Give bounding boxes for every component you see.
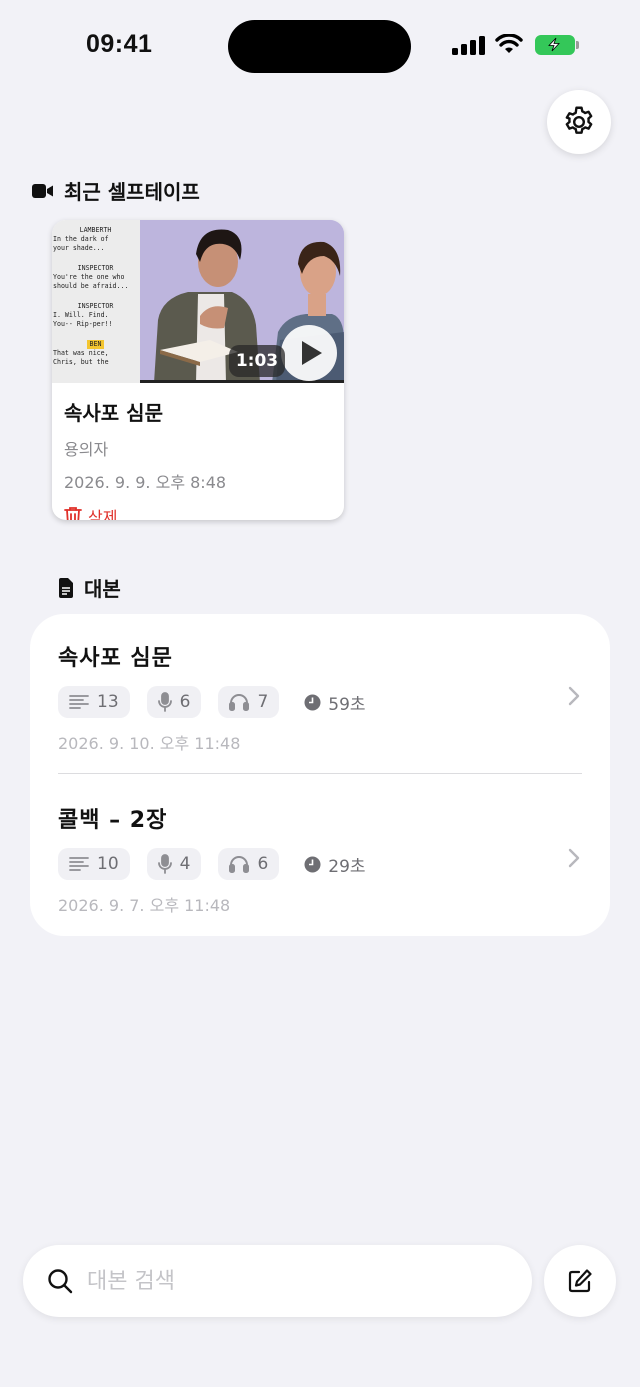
script-preview-line: Chris, but the: [53, 358, 109, 366]
status-time: 09:41: [86, 30, 153, 58]
gear-icon: [565, 106, 593, 134]
script-preview-line: You-- Rip-per!!: [53, 320, 113, 328]
line-count: 10: [97, 854, 119, 874]
cellular-signal-icon: [452, 35, 485, 55]
listen-count-chip: 7: [218, 686, 280, 718]
scripts-header: 대본: [58, 573, 121, 602]
clock-icon: [304, 856, 321, 872]
search-input[interactable]: [87, 1268, 487, 1294]
script-preview-line: BEN: [53, 340, 138, 349]
mic-count-chip: 6: [146, 686, 202, 718]
script-preview-line: In the dark of: [53, 235, 109, 243]
scripts-title: 대본: [84, 577, 121, 601]
listen-count: 6: [257, 854, 269, 874]
document-icon: [59, 577, 73, 598]
script-title: 콜백 – 2장: [58, 808, 168, 833]
status-icons: [452, 34, 579, 55]
script-date: 2026. 9. 7. 오후 11:48: [58, 896, 231, 915]
script-preview-line: INSPECTOR: [77, 264, 114, 272]
chevron-right-icon: [568, 848, 580, 868]
microphone-icon: [157, 854, 172, 874]
tape-duration-badge: 1:03: [229, 345, 285, 377]
script-preview-line: That was nice,: [53, 349, 109, 357]
script-preview-line: You're the one who: [53, 273, 125, 281]
script-preview-line: your shade...: [53, 244, 105, 252]
headphones-icon: [229, 856, 250, 873]
mic-count-chip: 4: [146, 848, 202, 880]
tape-details: 속사포 심문 용의자 2026. 9. 9. 오후 8:48 삭제: [52, 383, 344, 520]
script-preview-line: I. Will. Find.: [53, 311, 109, 319]
wifi-icon: [495, 34, 523, 53]
script-row[interactable]: 콜백 – 2장 10 4 6 29초 2026. 9. 7. 오후 11:48: [58, 802, 582, 916]
script-title: 속사포 심문: [58, 646, 173, 671]
script-date: 2026. 9. 10. 오후 11:48: [58, 734, 241, 753]
delete-label: 삭제: [88, 508, 118, 520]
lines-icon: [69, 695, 89, 709]
mic-count: 4: [179, 854, 191, 874]
settings-button[interactable]: [547, 90, 611, 154]
row-divider: [58, 773, 582, 774]
trash-icon: [64, 507, 82, 520]
battery-icon: [535, 34, 579, 55]
line-count: 13: [97, 692, 119, 712]
headphones-icon: [229, 694, 250, 711]
play-icon[interactable]: [280, 324, 338, 382]
clock-icon: [304, 694, 321, 710]
listen-count-chip: 6: [218, 848, 280, 880]
search-bar[interactable]: [23, 1245, 532, 1317]
duration: 59초: [304, 690, 366, 715]
script-preview-line: should be afraid...: [53, 282, 129, 290]
script-preview: LAMBERTH In the dark of your shade... INSPE…: [52, 220, 140, 383]
new-script-button[interactable]: [544, 1245, 616, 1317]
duration: 29초: [304, 852, 366, 877]
compose-icon: [568, 1269, 592, 1293]
duration-value: 59초: [328, 694, 366, 715]
script-row[interactable]: 속사포 심문 13 6 7 59초 2026. 9. 10. 오후 11:48: [58, 640, 582, 754]
recent-tapes-header: 최근 셀프테이프: [32, 176, 200, 205]
line-count-chip: 13: [58, 686, 130, 718]
chevron-right-icon: [568, 686, 580, 706]
tape-role: 용의자: [64, 440, 109, 459]
video-camera-icon: [32, 183, 53, 198]
scripts-list: 속사포 심문 13 6 7 59초 2026. 9. 10. 오후 11:48 …: [30, 614, 610, 936]
lines-icon: [69, 857, 89, 871]
mic-count: 6: [179, 692, 191, 712]
duration-value: 29초: [328, 856, 366, 877]
delete-tape-button[interactable]: 삭제: [64, 504, 332, 520]
listen-count: 7: [257, 692, 269, 712]
tape-date: 2026. 9. 9. 오후 8:48: [64, 473, 227, 492]
highlighted-character: BEN: [86, 340, 105, 349]
script-preview-line: LAMBERTH: [79, 226, 112, 234]
line-count-chip: 10: [58, 848, 130, 880]
recent-tapes-title: 최근 셀프테이프: [64, 180, 200, 204]
dynamic-island: [228, 20, 411, 73]
tape-title: 속사포 심문: [64, 401, 163, 425]
search-icon: [48, 1269, 73, 1294]
script-preview-line: INSPECTOR: [77, 302, 114, 310]
microphone-icon: [157, 692, 172, 712]
